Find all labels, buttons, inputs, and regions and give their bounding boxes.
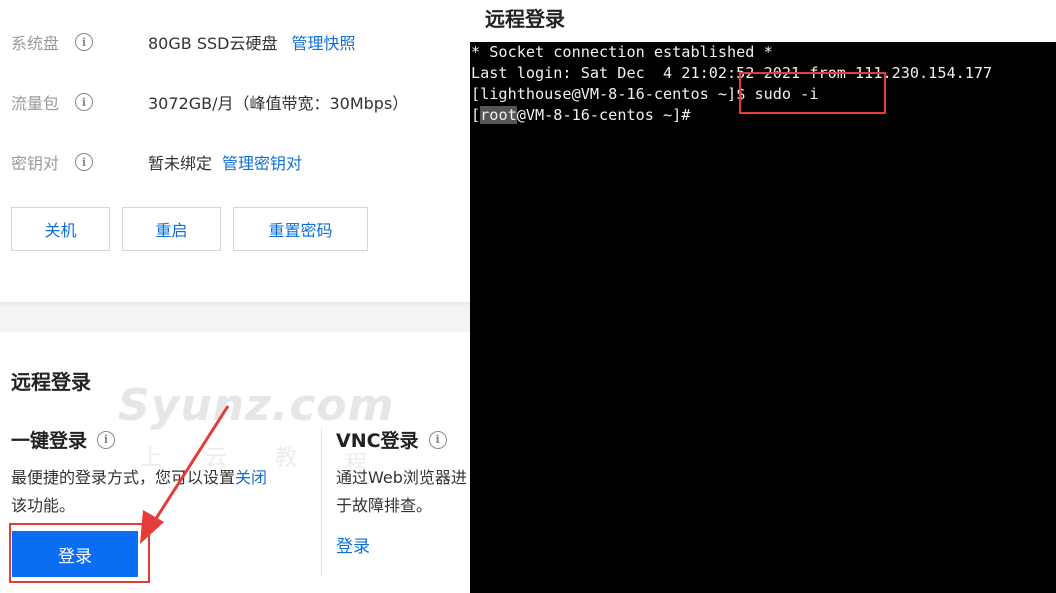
annotation-command-box <box>739 72 886 114</box>
terminal-title: 远程登录 <box>485 7 565 31</box>
terminal-prompt: [lighthouse@VM-8-16-centos <box>471 85 718 103</box>
terminal-root-user: root <box>480 106 517 124</box>
terminal-prompt: @VM-8-16-centos ~]# <box>516 106 691 124</box>
terminal-line: Last login: Sat Dec 4 21:02:52 2021 from… <box>471 64 993 82</box>
annotation-arrow-icon <box>140 405 230 544</box>
terminal-bracket: [ <box>471 106 481 124</box>
terminal-line: * Socket connection established * <box>471 43 773 61</box>
terminal-line: [root@VM-8-16-centos ~]# <box>471 105 690 126</box>
